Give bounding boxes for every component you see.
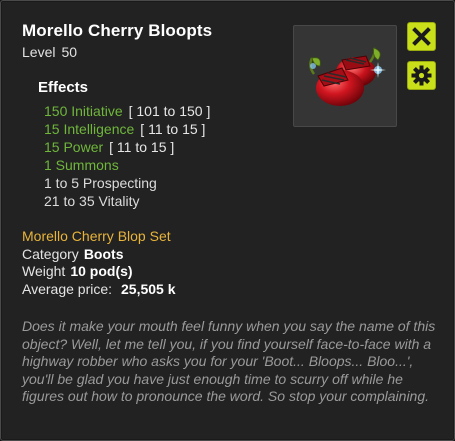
settings-button[interactable] xyxy=(407,61,436,90)
effect-range: [ 11 to 15 ] xyxy=(140,121,206,137)
effects-list: 150 Initiative [ 101 to 150 ] 15 Intellig… xyxy=(44,102,210,210)
effect-intelligence: 15 Intelligence [ 11 to 15 ] xyxy=(44,120,210,138)
item-image-frame xyxy=(293,25,397,127)
item-average-price: Average price: 25,505 k xyxy=(22,281,176,297)
effect-text: 150 Initiative xyxy=(44,103,123,119)
weight-label: Weight xyxy=(22,263,66,279)
price-value: 25,505 k xyxy=(121,281,176,297)
effect-text: 15 Power xyxy=(44,139,104,155)
item-name: Morello Cherry Bloopts xyxy=(22,21,213,40)
effect-range: [ 11 to 15 ] xyxy=(109,139,175,155)
gear-icon xyxy=(411,65,432,86)
item-weight: Weight 10 pod(s) xyxy=(22,263,133,279)
effect-text: 1 Summons xyxy=(44,157,119,173)
close-x-icon xyxy=(412,27,431,46)
weight-value: 10 pod(s) xyxy=(70,263,133,279)
effect-range: [ 101 to 150 ] xyxy=(128,103,211,119)
close-button[interactable] xyxy=(407,22,436,51)
level-value: 50 xyxy=(61,44,78,60)
item-tooltip: Morello Cherry Bloopts Level 50 Effects 1… xyxy=(0,0,455,441)
effect-text: 21 to 35 Vitality xyxy=(44,193,140,209)
item-set-link[interactable]: Morello Cherry Blop Set xyxy=(22,228,171,244)
effect-power: 15 Power [ 11 to 15 ] xyxy=(44,138,210,156)
effect-prospecting: 1 to 5 Prospecting xyxy=(44,174,210,192)
level-label: Level xyxy=(22,44,56,60)
category-label: Category xyxy=(22,246,79,262)
category-value: Boots xyxy=(83,246,124,262)
effect-text: 1 to 5 Prospecting xyxy=(44,175,157,191)
item-category: Category Boots xyxy=(22,246,123,262)
item-level: Level 50 xyxy=(22,44,77,60)
price-label: Average price: xyxy=(22,281,113,297)
effects-heading: Effects xyxy=(38,79,89,96)
cherry-boots-icon xyxy=(309,47,386,106)
effect-text: 15 Intelligence xyxy=(44,121,135,137)
effect-summons: 1 Summons xyxy=(44,156,210,174)
effect-initiative: 150 Initiative [ 101 to 150 ] xyxy=(44,102,210,120)
effect-vitality: 21 to 35 Vitality xyxy=(44,192,210,210)
item-description: Does it make your mouth feel funny when … xyxy=(22,318,436,405)
